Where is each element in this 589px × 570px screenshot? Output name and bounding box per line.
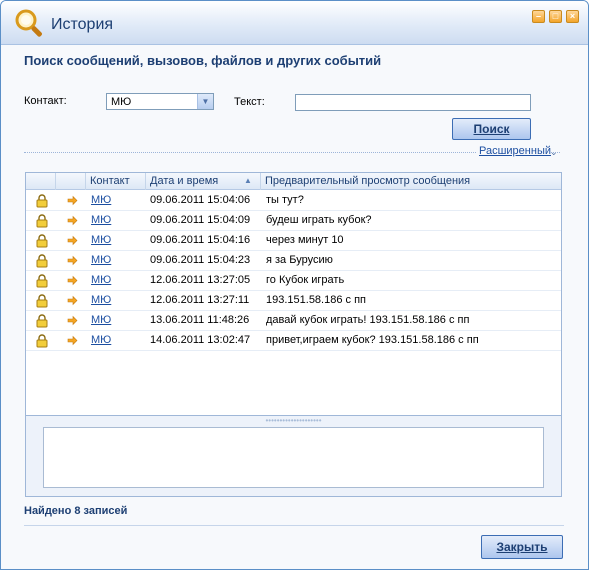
- arrow-right-icon: [67, 335, 78, 346]
- minimize-button[interactable]: –: [532, 10, 545, 23]
- advanced-search-link[interactable]: Расширенный: [477, 145, 551, 157]
- contact-link[interactable]: МЮ: [91, 234, 111, 246]
- preview-cell: через минут 10: [266, 234, 344, 246]
- contact-link[interactable]: МЮ: [91, 274, 111, 286]
- lock-icon: [36, 334, 48, 348]
- datetime-cell: 09.06.2011 15:04:16: [150, 234, 251, 246]
- history-table: Контакт Дата и время ▲ Предварительный п…: [25, 172, 562, 416]
- datetime-cell: 12.06.2011 13:27:05: [150, 274, 251, 286]
- table-row[interactable]: МЮ 09.06.2011 15:04:16 через минут 10: [26, 231, 561, 251]
- chevron-down-icon[interactable]: ▼: [197, 94, 213, 109]
- lock-icon: [36, 274, 48, 288]
- datetime-cell: 12.06.2011 13:27:11: [150, 294, 250, 306]
- splitter-grip[interactable]: ••••••••••••••••••••: [25, 417, 562, 425]
- search-button-label: Поиск: [473, 122, 510, 136]
- contact-select[interactable]: МЮ ▼: [106, 93, 214, 110]
- maximize-button[interactable]: □: [549, 10, 562, 23]
- table-row[interactable]: МЮ 09.06.2011 15:04:09 будеш играть кубок?: [26, 211, 561, 231]
- contact-select-value: МЮ: [111, 96, 132, 108]
- title-bar[interactable]: История – □ ×: [1, 1, 588, 45]
- arrow-right-icon: [67, 295, 78, 306]
- contact-link[interactable]: МЮ: [91, 194, 111, 206]
- lock-icon: [36, 294, 48, 308]
- records-found-status: Найдено 8 записей: [24, 505, 128, 517]
- text-search-input[interactable]: [295, 94, 531, 111]
- preview-cell: привет,играем кубок? 193.151.58.186 с пп: [266, 334, 479, 346]
- magnifier-icon: [15, 9, 42, 37]
- lock-icon: [36, 214, 48, 228]
- contact-link[interactable]: МЮ: [91, 334, 111, 346]
- table-row[interactable]: МЮ 09.06.2011 15:04:23 я за Бурусию: [26, 251, 561, 271]
- text-label: Текст:: [234, 96, 265, 108]
- lock-icon: [36, 194, 48, 208]
- contact-link[interactable]: МЮ: [91, 314, 111, 326]
- contact-link[interactable]: МЮ: [91, 214, 111, 226]
- preview-cell: будеш играть кубок?: [266, 214, 372, 226]
- lock-icon: [36, 254, 48, 268]
- column-header-lock[interactable]: [26, 173, 56, 190]
- table-row[interactable]: МЮ 12.06.2011 13:27:11 193.151.58.186 с пп: [26, 291, 561, 311]
- column-header-contact[interactable]: Контакт: [86, 173, 146, 190]
- datetime-cell: 09.06.2011 15:04:06: [150, 194, 251, 206]
- column-header-direction[interactable]: [56, 173, 86, 190]
- column-header-preview[interactable]: Предварительный просмотр сообщения: [261, 173, 561, 190]
- search-button[interactable]: Поиск: [452, 118, 531, 140]
- preview-cell: 193.151.58.186 с пп: [266, 294, 366, 306]
- double-chevron-down-icon[interactable]: ⌄: [550, 147, 558, 158]
- table-header: Контакт Дата и время ▲ Предварительный п…: [26, 173, 561, 190]
- contact-link[interactable]: МЮ: [91, 254, 111, 266]
- preview-cell: ты тут?: [266, 194, 304, 206]
- preview-cell: я за Бурусию: [266, 254, 333, 266]
- arrow-right-icon: [67, 315, 78, 326]
- preview-cell: давай кубок играть! 193.151.58.186 с пп: [266, 314, 470, 326]
- sort-ascending-icon: ▲: [244, 176, 252, 185]
- search-heading: Поиск сообщений, вызовов, файлов и други…: [24, 53, 382, 68]
- lock-icon: [36, 314, 48, 328]
- history-window: История – □ × Поиск сообщений, вызовов, …: [0, 0, 589, 570]
- table-row[interactable]: МЮ 14.06.2011 13:02:47 привет,играем кубок…: [26, 331, 561, 351]
- datetime-cell: 14.06.2011 13:02:47: [150, 334, 251, 346]
- preview-cell: го Кубок играть: [266, 274, 345, 286]
- close-button-label: Закрыть: [496, 540, 548, 554]
- dialog-content: Поиск сообщений, вызовов, файлов и други…: [1, 46, 588, 569]
- close-window-button[interactable]: ×: [566, 10, 579, 23]
- arrow-right-icon: [67, 255, 78, 266]
- arrow-right-icon: [67, 275, 78, 286]
- arrow-right-icon: [67, 215, 78, 226]
- datetime-cell: 09.06.2011 15:04:23: [150, 254, 251, 266]
- lock-icon: [36, 234, 48, 248]
- datetime-cell: 13.06.2011 11:48:26: [150, 314, 250, 326]
- contact-label: Контакт:: [24, 95, 67, 107]
- datetime-cell: 09.06.2011 15:04:09: [150, 214, 251, 226]
- arrow-right-icon: [67, 195, 78, 206]
- table-row[interactable]: МЮ 09.06.2011 15:04:06 ты тут?: [26, 191, 561, 211]
- close-button[interactable]: Закрыть: [481, 535, 563, 559]
- message-preview-box[interactable]: [43, 427, 544, 488]
- footer-divider: [24, 525, 564, 526]
- table-row[interactable]: МЮ 13.06.2011 11:48:26 давай кубок играть!…: [26, 311, 561, 331]
- contact-link[interactable]: МЮ: [91, 294, 111, 306]
- preview-panel: [25, 416, 562, 497]
- table-row[interactable]: МЮ 12.06.2011 13:27:05 го Кубок играть: [26, 271, 561, 291]
- window-title: История: [51, 16, 114, 33]
- arrow-right-icon: [67, 235, 78, 246]
